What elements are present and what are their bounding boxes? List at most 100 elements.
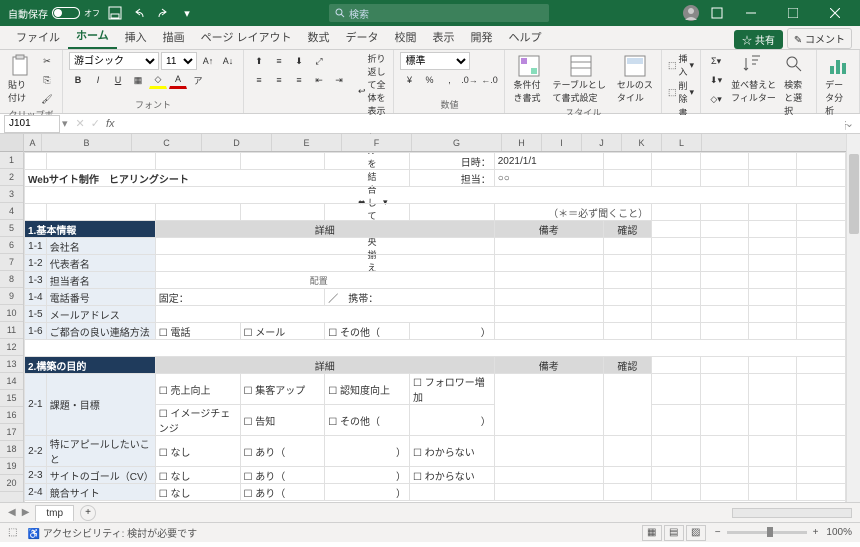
row-header-19[interactable]: 19: [0, 458, 23, 475]
search-input[interactable]: 検索: [329, 4, 549, 22]
column-header-C[interactable]: C: [132, 134, 202, 151]
conditional-format-button[interactable]: 条件付き書式: [511, 52, 546, 106]
close-button[interactable]: [818, 0, 852, 26]
fill-color-button[interactable]: ◇: [149, 71, 167, 89]
column-header-A[interactable]: A: [24, 134, 42, 151]
page-layout-view-button[interactable]: ▤: [664, 525, 684, 541]
increase-font-button[interactable]: A↑: [199, 52, 217, 70]
add-sheet-button[interactable]: +: [80, 505, 96, 521]
vertical-scrollbar[interactable]: [846, 134, 860, 502]
tab-formulas[interactable]: 数式: [300, 25, 338, 49]
row-header-10[interactable]: 10: [0, 305, 23, 322]
tab-data[interactable]: データ: [338, 25, 387, 49]
analyze-data-button[interactable]: データ分析: [823, 52, 853, 119]
align-bottom-button[interactable]: ⬇: [290, 52, 308, 70]
currency-button[interactable]: ¥: [400, 71, 418, 89]
percent-button[interactable]: %: [420, 71, 438, 89]
sheet-nav-prev[interactable]: ◀: [8, 507, 16, 518]
row-header-3[interactable]: 3: [0, 186, 23, 203]
format-painter-button[interactable]: 🖌: [38, 90, 56, 108]
zoom-slider[interactable]: [727, 531, 807, 534]
comma-button[interactable]: ,: [440, 71, 458, 89]
minimize-button[interactable]: [734, 0, 768, 26]
row-header-8[interactable]: 8: [0, 271, 23, 288]
paste-button[interactable]: 貼り付け: [6, 52, 34, 106]
row-header-12[interactable]: 12: [0, 339, 23, 356]
zoom-in-button[interactable]: +: [813, 527, 819, 538]
align-left-button[interactable]: ≡: [250, 71, 268, 89]
enter-formula-icon[interactable]: ✓: [91, 117, 100, 130]
sheet-nav-next[interactable]: ▶: [22, 507, 30, 518]
row-header-7[interactable]: 7: [0, 254, 23, 271]
row-header-15[interactable]: 15: [0, 390, 23, 407]
row-header-17[interactable]: 17: [0, 424, 23, 441]
account-icon[interactable]: [682, 4, 700, 22]
row-header-13[interactable]: 13: [0, 356, 23, 373]
column-header-E[interactable]: E: [272, 134, 342, 151]
delete-cells-button[interactable]: ⬚ 削除 ▾: [668, 79, 694, 105]
page-break-view-button[interactable]: ▨: [686, 525, 706, 541]
underline-button[interactable]: U: [109, 71, 127, 89]
indent-decrease-button[interactable]: ⇤: [310, 71, 328, 89]
font-name-combo[interactable]: 游ゴシック: [69, 52, 159, 70]
tab-insert[interactable]: 挿入: [117, 25, 155, 49]
decrease-decimal-button[interactable]: ←.0: [480, 71, 498, 89]
row-header-2[interactable]: 2: [0, 169, 23, 186]
namebox-dropdown-icon[interactable]: ▾: [62, 117, 68, 130]
sort-filter-button[interactable]: 並べ替えとフィルター: [729, 52, 778, 106]
format-as-table-button[interactable]: テーブルとして書式設定: [550, 52, 610, 106]
zoom-out-button[interactable]: −: [715, 527, 721, 538]
clear-button[interactable]: ◇▾: [707, 90, 725, 108]
autosum-button[interactable]: Σ▾: [707, 52, 725, 70]
select-all-corner[interactable]: [0, 134, 23, 152]
tab-file[interactable]: ファイル: [8, 25, 68, 49]
column-header-D[interactable]: D: [202, 134, 272, 151]
row-header-4[interactable]: 4: [0, 203, 23, 220]
name-box[interactable]: [4, 115, 60, 133]
cell-styles-button[interactable]: セルのスタイル: [615, 52, 655, 106]
column-header-G[interactable]: G: [412, 134, 502, 151]
row-header-20[interactable]: 20: [0, 475, 23, 492]
row-header-14[interactable]: 14: [0, 373, 23, 390]
phonetic-button[interactable]: ア: [189, 71, 207, 89]
font-color-button[interactable]: A: [169, 71, 187, 89]
row-header-6[interactable]: 6: [0, 237, 23, 254]
column-header-J[interactable]: J: [582, 134, 622, 151]
tab-view[interactable]: 表示: [425, 25, 463, 49]
find-select-button[interactable]: 検索と選択: [782, 52, 810, 119]
accessibility-status[interactable]: ♿ アクセシビリティ: 検討が必要です: [27, 525, 197, 540]
autosave-toggle[interactable]: 自動保存 オフ: [8, 6, 100, 21]
row-header-11[interactable]: 11: [0, 322, 23, 339]
tab-layout[interactable]: ページ レイアウト: [193, 25, 300, 49]
insert-cells-button[interactable]: ⬚ 挿入 ▾: [668, 52, 694, 78]
font-size-combo[interactable]: 11: [161, 52, 197, 70]
align-top-button[interactable]: ⬆: [250, 52, 268, 70]
save-icon[interactable]: [106, 4, 124, 22]
undo-icon[interactable]: [130, 4, 148, 22]
number-format-combo[interactable]: 標準: [400, 52, 470, 70]
formula-bar[interactable]: [121, 115, 845, 133]
row-header-16[interactable]: 16: [0, 407, 23, 424]
align-middle-button[interactable]: ≡: [270, 52, 288, 70]
bold-button[interactable]: B: [69, 71, 87, 89]
column-header-L[interactable]: L: [662, 134, 702, 151]
column-header-K[interactable]: K: [622, 134, 662, 151]
ribbon-options-icon[interactable]: [708, 4, 726, 22]
cut-button[interactable]: ✂: [38, 52, 56, 70]
tab-help[interactable]: ヘルプ: [501, 25, 550, 49]
maximize-button[interactable]: [776, 0, 810, 26]
align-right-button[interactable]: ≡: [290, 71, 308, 89]
qat-dropdown-icon[interactable]: ▾: [178, 4, 196, 22]
increase-decimal-button[interactable]: .0→: [460, 71, 478, 89]
column-header-I[interactable]: I: [542, 134, 582, 151]
orientation-button[interactable]: ⤢: [310, 52, 328, 70]
tab-draw[interactable]: 描画: [155, 25, 193, 49]
cells[interactable]: 日時：2021/1/1 Webサイト制作 ヒアリングシート担当：○○ （＊＝必ず…: [24, 152, 846, 502]
row-header-5[interactable]: 5: [0, 220, 23, 237]
fx-icon[interactable]: fx: [106, 118, 115, 130]
align-center-button[interactable]: ≡: [270, 71, 288, 89]
column-header-H[interactable]: H: [502, 134, 542, 151]
horizontal-scrollbar[interactable]: [732, 508, 852, 518]
formula-bar-expand-icon[interactable]: ⌄: [845, 117, 854, 130]
copy-button[interactable]: ⎘: [38, 71, 56, 89]
